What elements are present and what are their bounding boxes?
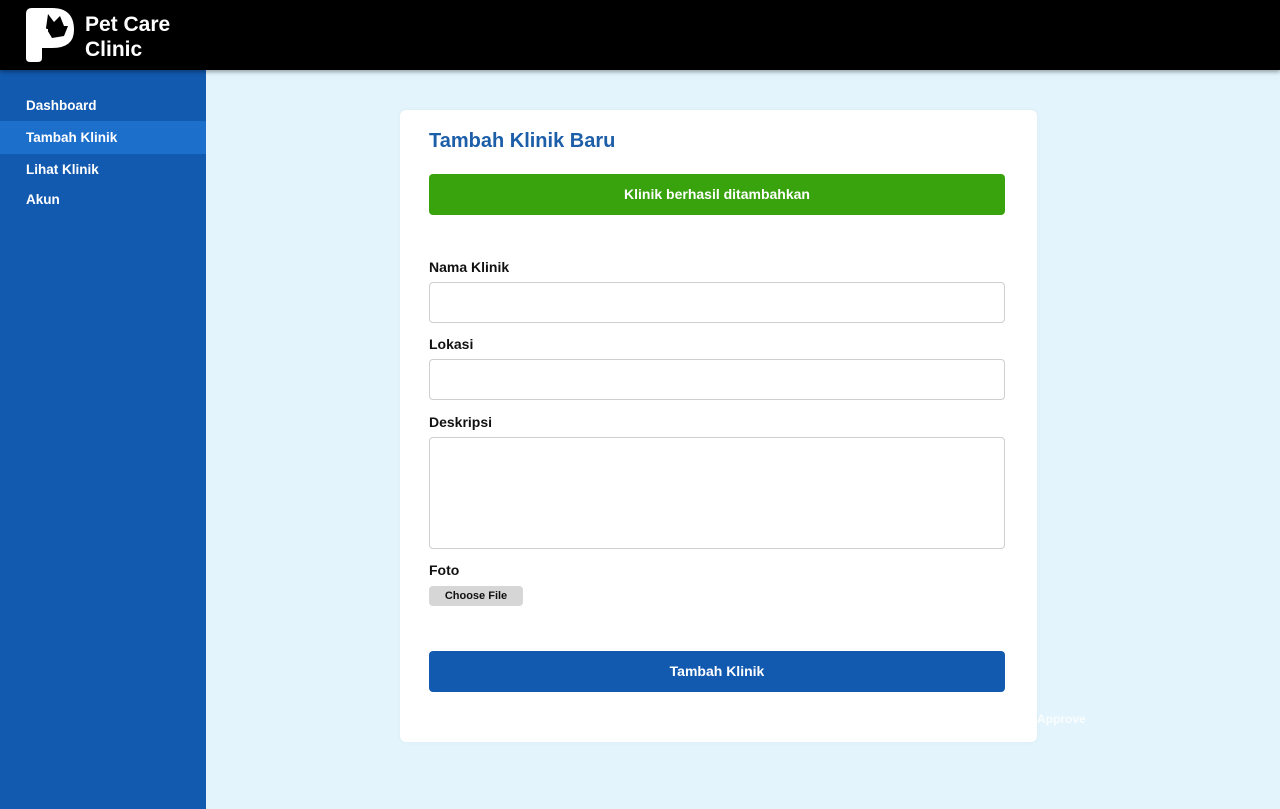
submit-button[interactable]: Tambah Klinik [429, 651, 1005, 692]
sidebar: Dashboard Tambah Klinik Lihat Klinik Aku… [0, 70, 206, 809]
location-input[interactable] [429, 359, 1005, 400]
sidebar-item-tambah-klinik[interactable]: Tambah Klinik [0, 121, 206, 154]
clinic-name-label: Nama Klinik [429, 259, 510, 275]
description-textarea[interactable] [429, 437, 1005, 549]
location-label: Lokasi [429, 336, 474, 352]
pet-clinic-logo-icon [26, 8, 74, 62]
top-bar: Pet Care Clinic [0, 0, 1280, 70]
description-label: Deskripsi [429, 414, 493, 430]
sidebar-item-dashboard[interactable]: Dashboard [0, 89, 206, 122]
brand-line-1: Pet Care [85, 13, 171, 36]
sidebar-item-lihat-klinik[interactable]: Lihat Klinik [0, 153, 206, 186]
brand-name[interactable]: Pet Care Clinic [85, 12, 170, 62]
clinic-name-input[interactable] [429, 282, 1005, 323]
photo-label: Foto [429, 562, 460, 578]
approve-text: Approve [1037, 712, 1086, 726]
sidebar-item-akun[interactable]: Akun [0, 183, 206, 216]
success-alert: Klinik berhasil ditambahkan [429, 174, 1005, 215]
brand-line-2: Clinic [85, 38, 143, 61]
choose-file-button[interactable]: Choose File [429, 586, 523, 606]
add-clinic-card: Tambah Klinik Baru Klinik berhasil ditam… [400, 110, 1037, 742]
page-title: Tambah Klinik Baru [429, 130, 616, 152]
